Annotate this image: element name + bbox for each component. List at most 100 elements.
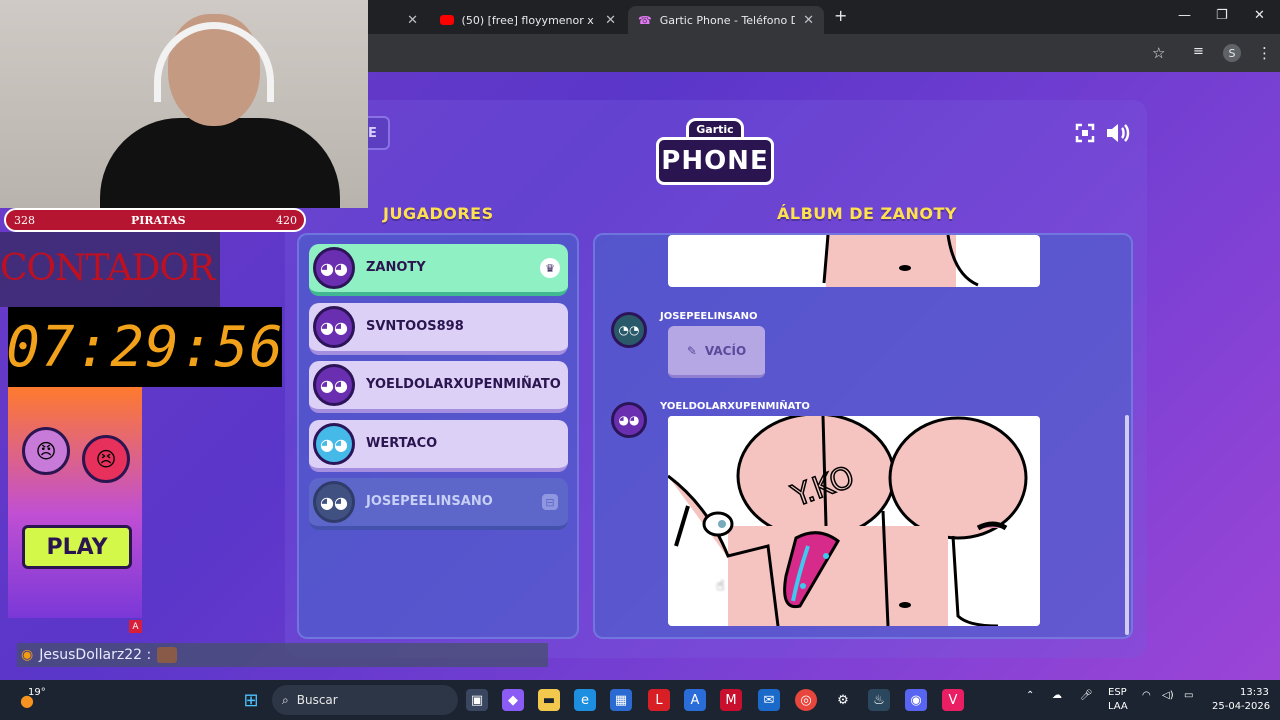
- player-name: YOELDOLARXUPENMIÑATO: [366, 377, 561, 392]
- player-avatar: ◕◕: [313, 481, 355, 523]
- speaker-icon[interactable]: ◁): [1162, 690, 1174, 701]
- media-control-icon[interactable]: ≡: [1193, 44, 1204, 59]
- score-left: 328: [14, 214, 35, 227]
- settings-icon[interactable]: ⚙: [832, 689, 854, 711]
- player-card-wertaco: ◕◕ WERTACO: [309, 420, 568, 472]
- edge-icon[interactable]: e: [574, 689, 596, 711]
- subathon-timer: 07:29:56: [6, 307, 283, 387]
- disconnected-icon: ⊟: [542, 494, 558, 510]
- language-top[interactable]: ESP: [1108, 687, 1127, 698]
- ad-character-icon: 😣: [82, 435, 130, 483]
- onedrive-icon[interactable]: ☁: [1052, 690, 1062, 701]
- task-view-icon[interactable]: ▣: [466, 689, 488, 711]
- logo-main-text: PHONE: [656, 137, 774, 185]
- player-name: SVNTOOS898: [366, 319, 464, 334]
- chat-username: JesusDollarz22 :: [39, 647, 152, 663]
- taskbar-search[interactable]: ⌕ Buscar: [272, 685, 458, 715]
- ad-play-button[interactable]: PLAY: [22, 525, 132, 569]
- author-avatar: ◔◔: [611, 312, 647, 348]
- player-card-zanoty: ◕◕ ZANOTY ♛: [309, 244, 568, 296]
- author-avatar: ◕◕: [611, 402, 647, 438]
- score-title: PIRATAS: [131, 214, 186, 227]
- chat-message: ◉ JesusDollarz22 :: [17, 643, 548, 667]
- clock-date[interactable]: 25-04-2026: [1212, 701, 1270, 712]
- battery-icon[interactable]: ▭: [1184, 690, 1193, 701]
- app-v-icon[interactable]: V: [942, 689, 964, 711]
- player-avatar: ◕◕: [313, 423, 355, 465]
- minimize-icon[interactable]: —: [1178, 8, 1191, 23]
- tab-blank[interactable]: ✕: [370, 6, 428, 34]
- player-avatar: ◕◕: [313, 306, 355, 348]
- player-card-svntoos898: ◕◕ SVNTOOS898: [309, 303, 568, 355]
- language-bottom[interactable]: LAA: [1108, 701, 1128, 712]
- tray-overflow-icon[interactable]: ⌃: [1026, 690, 1034, 701]
- gartic-phone-logo: Gartic PHONE: [656, 118, 774, 186]
- new-tab-button[interactable]: +: [834, 6, 847, 25]
- tab-gartic[interactable]: ☎ Gartic Phone - Teléfono Descon ✕: [628, 6, 824, 34]
- search-placeholder: Buscar: [296, 693, 338, 707]
- app-a-icon[interactable]: A: [684, 689, 706, 711]
- headphones: [154, 22, 274, 102]
- tab-title: (50) [free] floyymenor x xukyyla: [461, 13, 598, 27]
- ad-character-icon: 😠: [22, 427, 70, 475]
- empty-entry-label: VACÍO: [704, 343, 747, 358]
- pencil-icon: ✎: [686, 343, 697, 358]
- app-l-icon[interactable]: L: [648, 689, 670, 711]
- hand-cursor-icon: ☝: [716, 578, 725, 594]
- bookmark-star-icon[interactable]: ☆: [1152, 44, 1165, 62]
- tab-title: Gartic Phone - Teléfono Descon: [659, 13, 796, 27]
- weather-temp: 19°: [28, 687, 46, 698]
- close-tab-icon[interactable]: ✕: [407, 13, 418, 28]
- chrome-icon[interactable]: ◎: [795, 689, 817, 711]
- clock-time[interactable]: 13:33: [1240, 687, 1269, 698]
- players-heading: JUGADORES: [383, 204, 494, 223]
- close-tab-icon[interactable]: ✕: [803, 13, 814, 28]
- tab-youtube[interactable]: (50) [free] floyymenor x xukyyla ✕: [430, 6, 626, 34]
- player-name: ZANOTY: [366, 260, 426, 275]
- store-icon[interactable]: ▦: [610, 689, 632, 711]
- gartic-icon: ☎: [638, 13, 652, 27]
- fullscreen-icon[interactable]: [1070, 118, 1100, 148]
- empty-entry-bubble: ✎ VACÍO: [668, 326, 765, 378]
- ad-badge: A: [129, 620, 142, 633]
- player-card-josepeelinsano: ◕◕ JOSEPEELINSANO ⊟: [309, 478, 568, 530]
- player-name: WERTACO: [366, 436, 438, 451]
- album-drawing-partial: [668, 235, 1040, 287]
- album-entry-author: JOSEPEELINSANO: [660, 311, 758, 322]
- close-tab-icon[interactable]: ✕: [605, 13, 616, 28]
- player-avatar: ◕◕: [313, 247, 355, 289]
- windows-taskbar: ● 19° ⊞ ⌕ Buscar ▣ ◆ ▬ e ▦ L A M ✉ ◎ ⚙ ♨…: [0, 680, 1280, 720]
- close-window-icon[interactable]: ✕: [1254, 8, 1265, 23]
- album-heading: ÁLBUM DE ZANOTY: [777, 204, 958, 223]
- mic-icon[interactable]: 🎤︎: [1080, 690, 1093, 701]
- album-scrollbar[interactable]: [1125, 415, 1129, 635]
- contador-label: CONTADOR: [0, 248, 215, 289]
- chat-badge-icon: ◉: [21, 647, 34, 663]
- file-explorer-icon[interactable]: ▬: [538, 689, 560, 711]
- volume-icon[interactable]: [1103, 118, 1133, 148]
- profile-avatar[interactable]: S: [1223, 44, 1241, 62]
- album-entry-author: YOELDOLARXUPENMIÑATO: [660, 401, 810, 412]
- start-icon[interactable]: ⊞: [240, 689, 262, 711]
- album-drawing: Y.KO: [668, 416, 1040, 626]
- game-ad-banner[interactable]: 😠 😣 PLAY: [8, 387, 142, 618]
- chat-emote-icon: [157, 647, 178, 663]
- youtube-icon: [440, 15, 454, 25]
- crown-icon: ♛: [540, 258, 560, 278]
- discord-icon[interactable]: ◉: [905, 689, 927, 711]
- wifi-icon[interactable]: ◠: [1142, 690, 1151, 701]
- mcafee-icon[interactable]: M: [720, 689, 742, 711]
- player-card-yoeldolar: ◕◕ YOELDOLARXUPENMIÑATO: [309, 361, 568, 413]
- streamer-shirt: [100, 118, 340, 208]
- player-avatar: ◕◕: [313, 364, 355, 406]
- mail-icon[interactable]: ✉: [758, 689, 780, 711]
- score-right: 420: [276, 214, 297, 227]
- copilot-icon[interactable]: ◆: [502, 689, 524, 711]
- score-bar: 328 PIRATAS 420: [4, 208, 306, 232]
- more-menu-icon[interactable]: ⋮: [1257, 44, 1272, 62]
- search-icon: ⌕: [282, 692, 289, 707]
- webcam-feed: [0, 0, 368, 208]
- steam-icon[interactable]: ♨: [868, 689, 890, 711]
- restore-icon[interactable]: ❐: [1216, 8, 1228, 23]
- player-name: JOSEPEELINSANO: [366, 494, 493, 509]
